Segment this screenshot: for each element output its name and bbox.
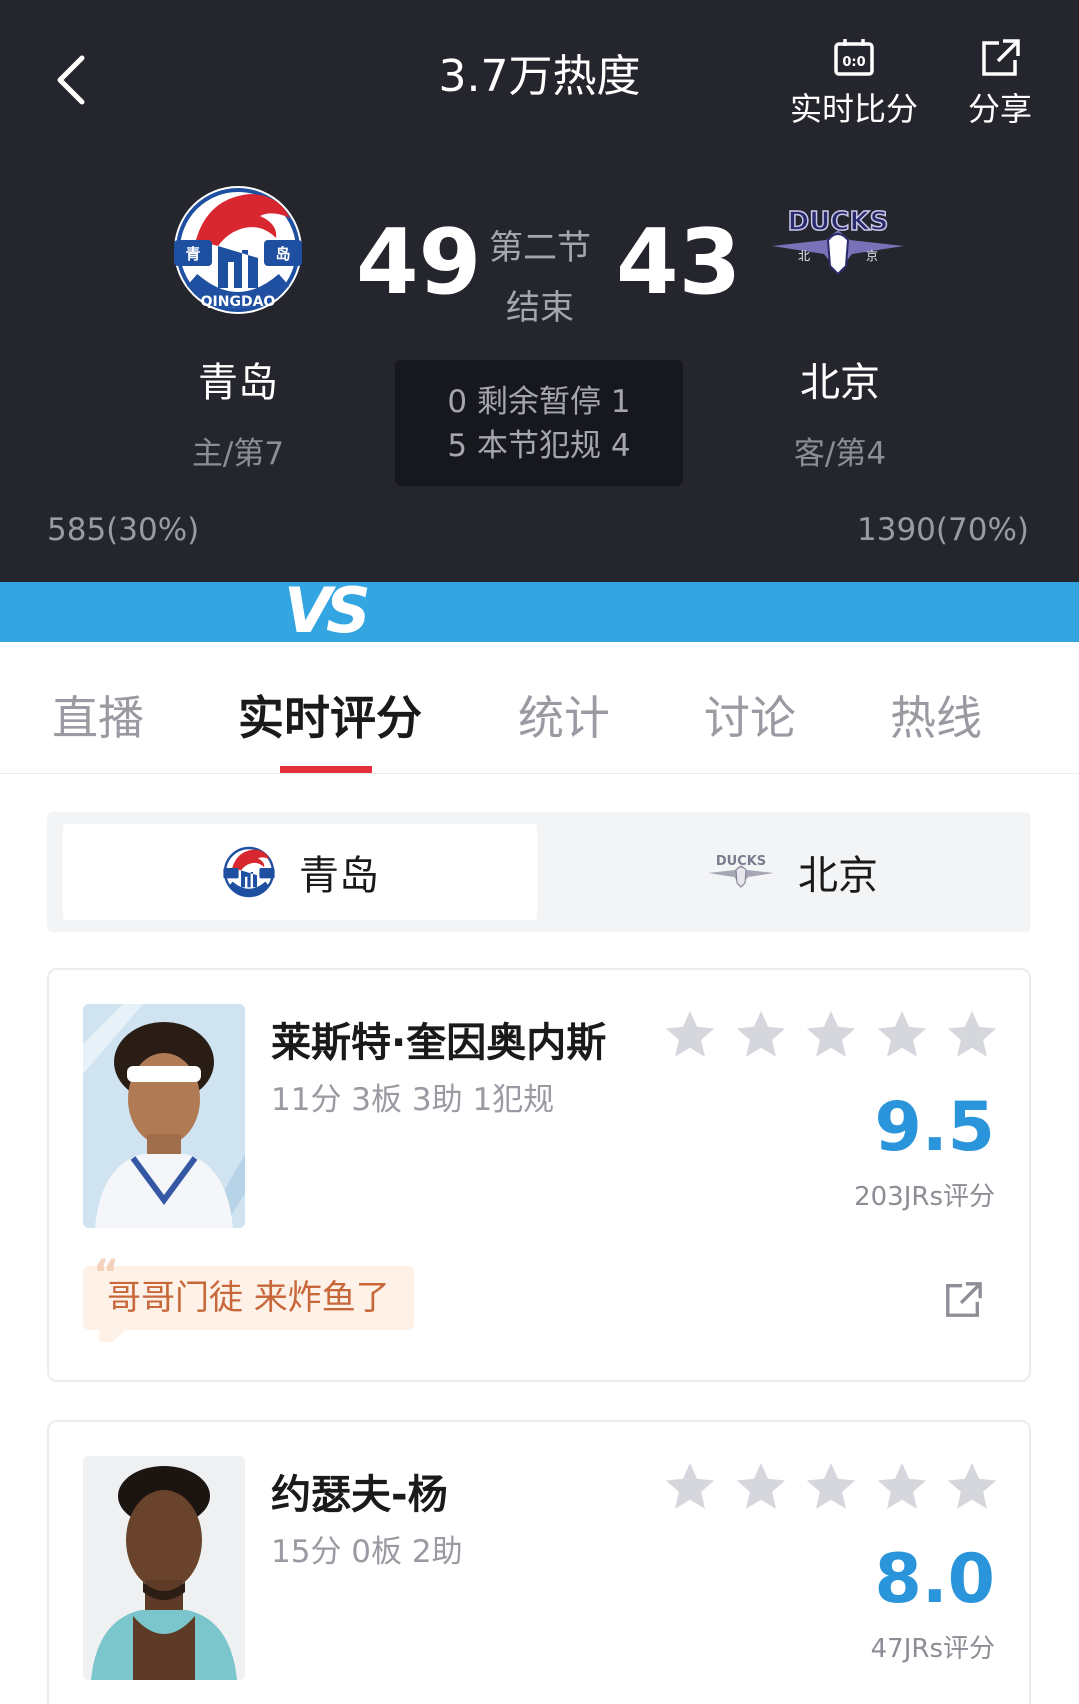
team-switch-home[interactable]: 青岛 [63,824,537,920]
away-team-logo-small: DUCKS [708,854,774,888]
away-team-name[interactable]: 北京 [740,350,940,408]
rating-stars[interactable] [661,1458,1001,1520]
rating-count: 47JRs评分 [870,1634,995,1664]
tab-stats[interactable]: 统计 [518,682,610,748]
player-name[interactable]: 约瑟夫-杨 [271,1462,448,1520]
away-team-rank: 客/第4 [793,436,887,472]
quote-icon: “ [93,1252,120,1298]
home-team-logo-small [223,846,275,898]
away-team-logo[interactable]: DUCKS 北 京 [768,200,908,290]
svg-text:0:0: 0:0 [842,55,865,70]
player-rating: 9.5 [874,1088,995,1167]
external-link-icon [946,1282,982,1317]
player-stats: 15分 0板 2助 [271,1534,463,1570]
scoreboard-icon: 0:0 [834,39,874,76]
game-info-box: 0 剩余暂停 1 5 本节犯规 4 [395,360,683,486]
team-switch-away-label: 北京 [798,853,878,899]
player-rating: 8.0 [874,1540,995,1619]
content-panel: 直播 实时评分 统计 讨论 热线 青岛 DUCKS 北京 莱斯特·奎因奥内斯 1… [0,642,1079,1704]
star-icon[interactable] [943,1006,1001,1064]
home-support-count: 585(30%) [47,512,200,548]
period-fouls: 5 本节犯规 4 [447,428,631,464]
away-support-count: 1390(70%) [857,512,1029,548]
game-header: 3.7万热度 0:0 实时比分 分享 青 岛 QINGDAO 49 第二节 结束… [0,0,1079,582]
live-score-label: 实时比分 [789,90,918,128]
svg-text:京: 京 [866,249,878,263]
player-name[interactable]: 莱斯特·奎因奥内斯 [271,1010,606,1068]
star-icon[interactable] [661,1006,719,1064]
star-icon[interactable] [873,1458,931,1516]
svg-text:岛: 岛 [275,245,290,263]
player-stats: 11分 3板 3助 1犯规 [271,1082,555,1118]
star-icon[interactable] [943,1458,1001,1516]
team-switch: 青岛 DUCKS 北京 [47,812,1031,932]
period-state: 结束 [506,288,574,328]
star-icon[interactable] [732,1458,790,1516]
player-card[interactable]: 莱斯特·奎因奥内斯 11分 3板 3助 1犯规 9.5 203JRs评分 哥哥门… [47,968,1031,1382]
home-team-rank: 主/第7 [191,436,285,472]
share-icon [982,39,1020,76]
top-comment[interactable]: 哥哥门徒 来炸鱼了 [83,1266,414,1330]
player-card[interactable]: 约瑟夫-杨 15分 0板 2助 8.0 47JRs评分 [47,1420,1031,1704]
star-icon[interactable] [732,1006,790,1064]
period-label: 第二节 [489,228,591,268]
star-icon[interactable] [661,1458,719,1516]
rating-count: 203JRs评分 [854,1182,995,1212]
player-avatar[interactable] [83,1456,245,1680]
open-player-page-button[interactable] [943,1280,983,1320]
rating-stars[interactable] [661,1006,1001,1068]
vs-badge: VS [284,574,371,647]
live-score-button[interactable]: 0:0 实时比分 [786,38,922,130]
share-button[interactable]: 分享 [960,38,1040,130]
away-score: 43 [616,210,742,315]
comment-bubble-tail [99,1328,127,1342]
tab-live-rating[interactable]: 实时评分 [238,682,422,748]
star-icon[interactable] [802,1458,860,1516]
share-label: 分享 [967,90,1032,128]
tab-bar: 直播 实时评分 统计 讨论 热线 [0,642,1079,774]
svg-text:青: 青 [185,245,200,263]
tab-live[interactable]: 直播 [52,682,144,748]
player-avatar[interactable] [83,1004,245,1228]
svg-text:QINGDAO: QINGDAO [201,294,276,310]
active-tab-indicator [280,766,372,773]
svg-text:北: 北 [798,249,810,263]
team-switch-home-label: 青岛 [299,853,379,899]
home-team-name[interactable]: 青岛 [138,350,338,408]
support-vs-bar [0,582,1079,642]
timeouts-remaining: 0 剩余暂停 1 [447,384,631,420]
home-team-logo[interactable]: 青 岛 QINGDAO [168,180,308,320]
tab-discussion[interactable]: 讨论 [704,682,796,748]
star-icon[interactable] [873,1006,931,1064]
team-switch-away[interactable]: DUCKS 北京 [567,824,1017,920]
tab-hotline[interactable]: 热线 [890,682,982,748]
period-status: 第二节 结束 [460,218,620,338]
star-icon[interactable] [802,1006,860,1064]
